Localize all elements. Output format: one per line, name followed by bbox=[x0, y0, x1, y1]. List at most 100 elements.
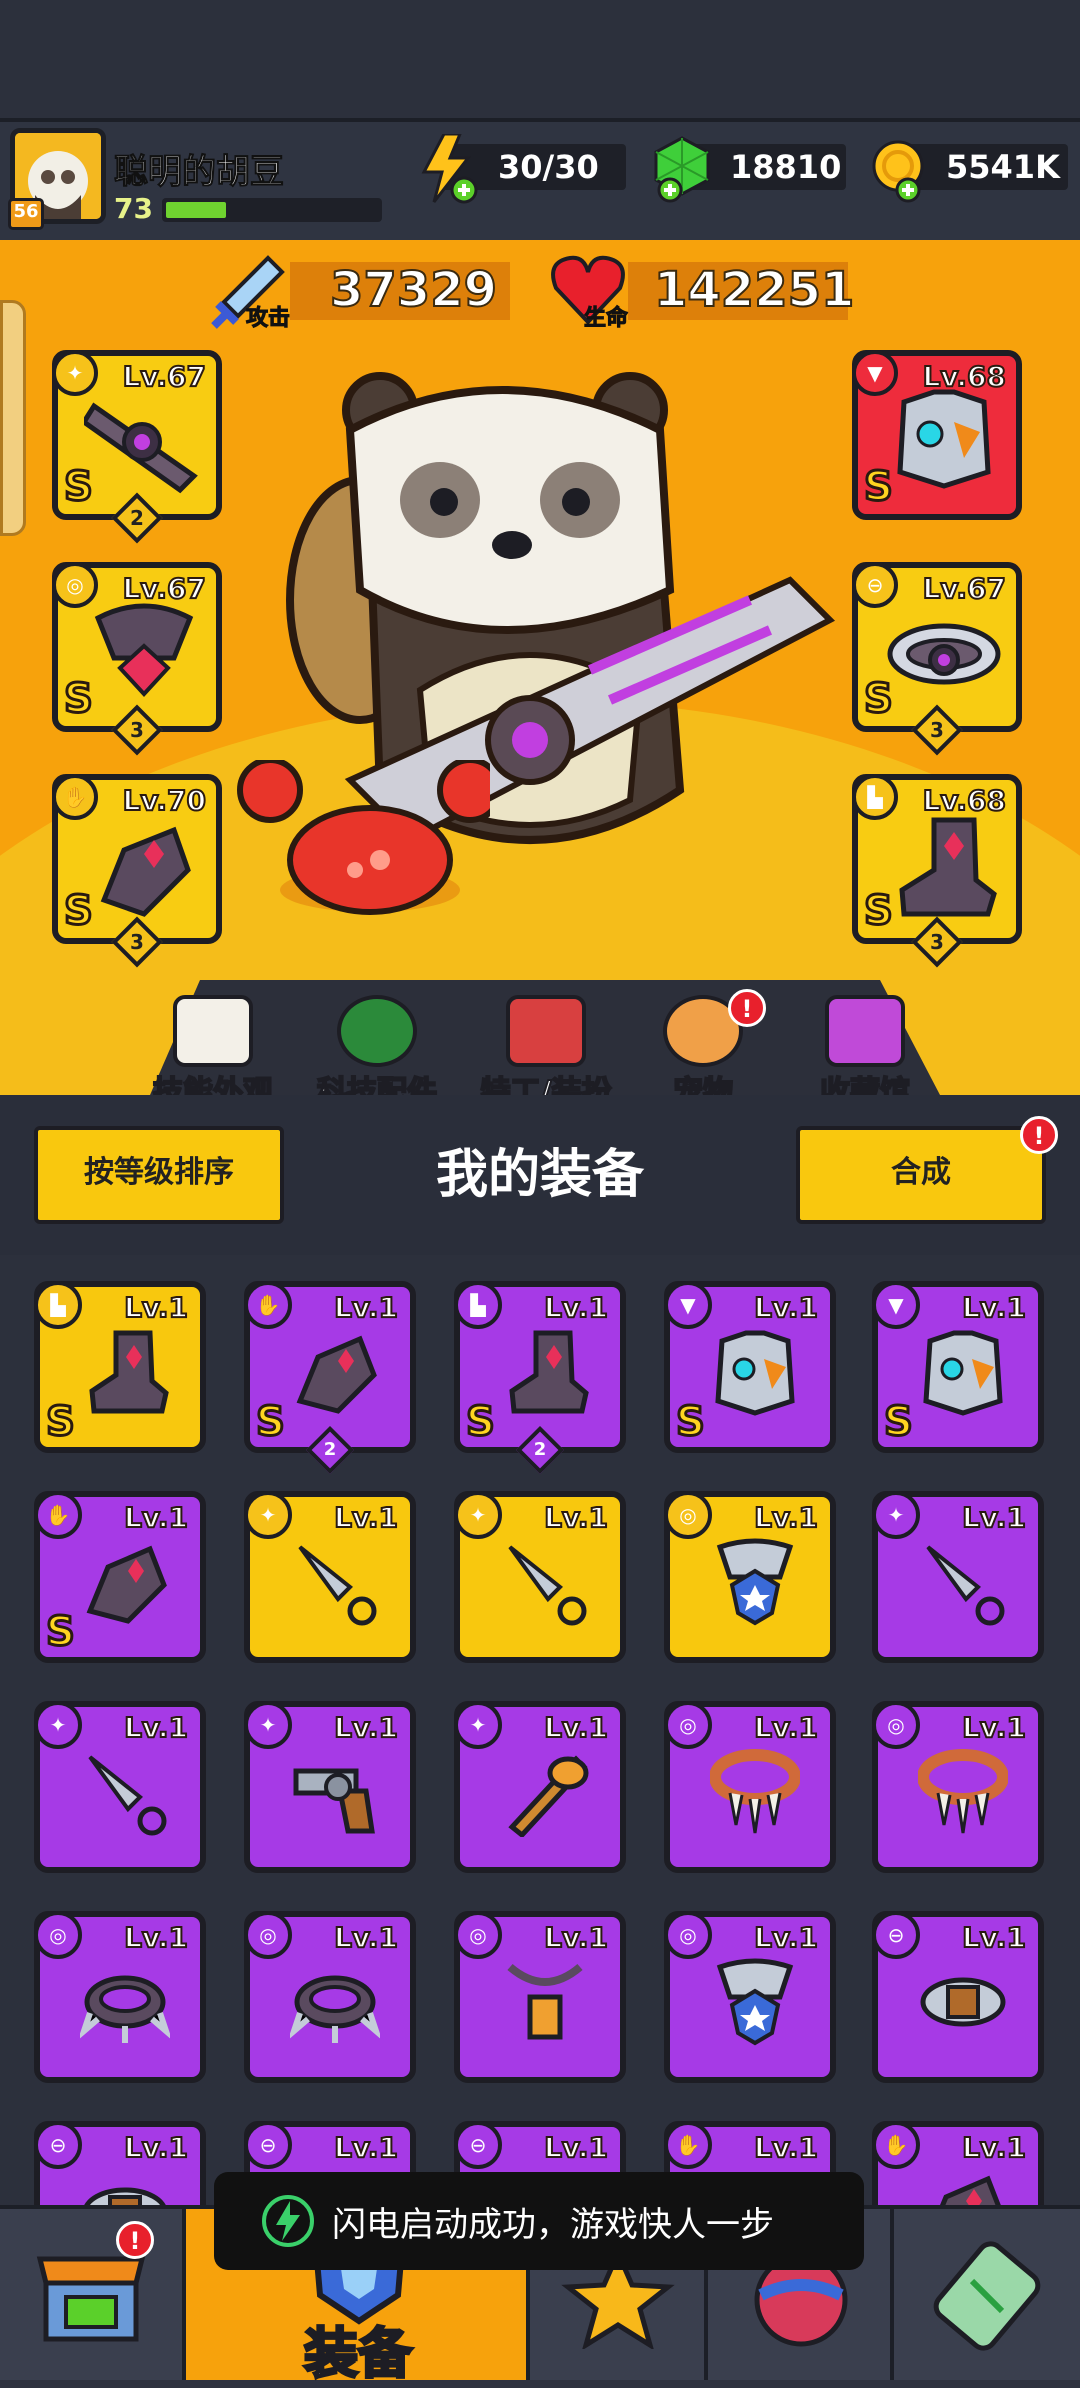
side-drawer-tab[interactable] bbox=[0, 300, 26, 536]
player-name: 聪明的胡豆 bbox=[114, 152, 285, 193]
equipped-level: Lv.67 bbox=[122, 359, 207, 394]
belt-type-icon: ⊖ bbox=[244, 2121, 292, 2169]
lantern-necklace-type-icon: ◎ bbox=[454, 1911, 502, 1959]
merge-button[interactable]: 合成 bbox=[796, 1126, 1046, 1224]
armor-icon bbox=[715, 1330, 795, 1416]
spiked-collar-icon bbox=[290, 1975, 380, 2043]
revolver-type-icon: ✦ bbox=[244, 1701, 292, 1749]
grade-label: S bbox=[63, 463, 95, 512]
item-level: Lv.1 bbox=[961, 1710, 1027, 1745]
inventory-item[interactable]: ◎ Lv.1 bbox=[34, 1911, 206, 2083]
gem-icon[interactable] bbox=[652, 134, 716, 204]
equipped-slot-weapon[interactable]: ✦ Lv.67 S 2 bbox=[52, 350, 222, 544]
item-level: Lv.1 bbox=[543, 1920, 609, 1955]
glove-type-icon: ✋ bbox=[872, 2121, 920, 2169]
inventory-item[interactable]: ✋ Lv.1 S bbox=[34, 1491, 206, 1663]
vip-badge: 56 bbox=[8, 198, 44, 230]
inventory-item[interactable]: ◎ Lv.1 bbox=[664, 1701, 836, 1873]
merge-alert-icon: ! bbox=[1020, 1116, 1058, 1154]
equipped-slot-necklace[interactable]: ◎ Lv.67 S 3 bbox=[52, 562, 222, 756]
inventory-item[interactable]: ⊖ Lv.1 bbox=[872, 1911, 1044, 2083]
inventory-item[interactable]: ◎ Lv.1 bbox=[454, 1911, 626, 2083]
inventory-item[interactable]: ◎ Lv.1 bbox=[664, 1911, 836, 2083]
bat-icon bbox=[508, 1755, 589, 1837]
fang-necklace-icon bbox=[710, 1749, 800, 1834]
belt-icon bbox=[920, 1977, 1006, 2027]
armor-type-icon: ▼ bbox=[664, 1281, 712, 1329]
item-level: Lv.1 bbox=[123, 1290, 189, 1325]
armor-icon bbox=[923, 1330, 1003, 1416]
coins-value: 5541K bbox=[946, 148, 1060, 186]
nav-shop[interactable]: ! bbox=[0, 2209, 186, 2380]
boot-type-icon: ▙ bbox=[454, 1281, 502, 1329]
menu-skill-skin[interactable]: 技能外观 bbox=[138, 995, 288, 1111]
equipped-slot-belt[interactable]: ⊖ Lv.67 S 3 bbox=[852, 562, 1022, 756]
equipped-slot-armor[interactable]: ▼ Lv.68 S bbox=[852, 350, 1022, 520]
inventory-item[interactable]: ⊖ Lv.1 bbox=[34, 2121, 206, 2205]
equipped-level: Lv.67 bbox=[922, 571, 1007, 606]
inventory-item[interactable]: ✋ Lv.1 S 2 bbox=[244, 1281, 416, 1475]
inventory-grid: ▙ Lv.1 S ✋ Lv.1 S 2 ▙ Lv.1 S 2 ▼ Lv.1 S ▼ Lv.1 S ✋ Lv.1 S ✦ L… bbox=[0, 1255, 1080, 2205]
armor-type-icon: ▼ bbox=[872, 1281, 920, 1329]
inventory-item[interactable]: ✦ Lv.1 bbox=[454, 1701, 626, 1873]
menu-collection[interactable]: 收藏馆 bbox=[790, 995, 940, 1111]
menu-agent-outfit[interactable]: 特工/装扮 bbox=[466, 995, 626, 1111]
inventory-item[interactable]: ◎ Lv.1 bbox=[664, 1491, 836, 1663]
grade-label: S bbox=[45, 1608, 77, 1657]
necklace-type-icon: ◎ bbox=[664, 1491, 712, 1539]
item-level: Lv.1 bbox=[123, 1710, 189, 1745]
inventory-item[interactable]: ▙ Lv.1 S bbox=[34, 1281, 206, 1453]
inventory-item[interactable]: ✦ Lv.1 bbox=[244, 1701, 416, 1873]
inventory-item[interactable]: ✦ Lv.1 bbox=[454, 1491, 626, 1663]
armor-art bbox=[897, 389, 991, 489]
inventory-item[interactable]: ▼ Lv.1 S bbox=[872, 1281, 1044, 1453]
item-level: Lv.1 bbox=[333, 2130, 399, 2165]
inventory-item[interactable]: ✦ Lv.1 bbox=[244, 1491, 416, 1663]
equipped-slot-boot[interactable]: ▙ Lv.68 S 3 bbox=[852, 774, 1022, 968]
energy-add-button[interactable] bbox=[626, 146, 627, 147]
kunai-icon bbox=[508, 1545, 587, 1626]
item-level: Lv.1 bbox=[753, 1710, 819, 1745]
kunai-type-icon: ✦ bbox=[34, 1701, 82, 1749]
glove-icon bbox=[940, 2175, 1001, 2205]
grade-label: S bbox=[883, 1398, 915, 1447]
fang-necklace-icon bbox=[918, 1749, 1008, 1834]
necklace-icon bbox=[716, 1538, 794, 1626]
item-level: Lv.1 bbox=[333, 1290, 399, 1325]
status-bar-area bbox=[0, 0, 1080, 118]
inventory-item[interactable]: ✋ Lv.1 bbox=[872, 2121, 1044, 2205]
attack-value: 37329 bbox=[329, 261, 498, 319]
menu-tech-parts[interactable]: 科技配件 bbox=[302, 995, 452, 1111]
revolver-icon bbox=[293, 1768, 375, 1834]
bat-type-icon: ✦ bbox=[454, 1701, 502, 1749]
kunai-icon bbox=[298, 1545, 377, 1626]
inventory-item[interactable]: ✦ Lv.1 bbox=[872, 1491, 1044, 1663]
inventory-item[interactable]: ◎ Lv.1 bbox=[244, 1911, 416, 2083]
nav-evolution[interactable] bbox=[894, 2209, 1080, 2380]
inventory-item[interactable]: ◎ Lv.1 bbox=[872, 1701, 1044, 1873]
menu-pet[interactable]: 宠物 ! bbox=[628, 989, 778, 1111]
kunai-type-icon: ✦ bbox=[454, 1491, 502, 1539]
item-level: Lv.1 bbox=[543, 1290, 609, 1325]
grade-label: S bbox=[465, 1398, 497, 1447]
item-level: Lv.1 bbox=[123, 2130, 189, 2165]
item-level: Lv.1 bbox=[543, 1500, 609, 1535]
coin-icon[interactable] bbox=[868, 136, 932, 206]
belt-icon bbox=[84, 2187, 166, 2205]
equipped-level: Lv.70 bbox=[122, 783, 207, 818]
hex-chip-icon bbox=[337, 995, 417, 1067]
kunai-type-icon: ✦ bbox=[244, 1491, 292, 1539]
boot-type-icon: ▙ bbox=[34, 1281, 82, 1329]
inventory-item[interactable]: ▙ Lv.1 S 2 bbox=[454, 1281, 626, 1475]
kunai-type-icon: ✦ bbox=[872, 1491, 920, 1539]
equipped-level: Lv.68 bbox=[922, 783, 1007, 818]
equipped-slot-glove[interactable]: ✋ Lv.70 S 3 bbox=[52, 774, 222, 968]
xp-bar-fill bbox=[166, 202, 226, 218]
lantern-necklace-icon bbox=[507, 1963, 583, 2040]
grade-label: S bbox=[45, 1398, 77, 1447]
fang-necklace-type-icon: ◎ bbox=[664, 1701, 712, 1749]
inventory-item[interactable]: ▼ Lv.1 S bbox=[664, 1281, 836, 1453]
grade-label: S bbox=[675, 1398, 707, 1447]
inventory-item[interactable]: ✦ Lv.1 bbox=[34, 1701, 206, 1873]
item-level: Lv.1 bbox=[123, 1920, 189, 1955]
